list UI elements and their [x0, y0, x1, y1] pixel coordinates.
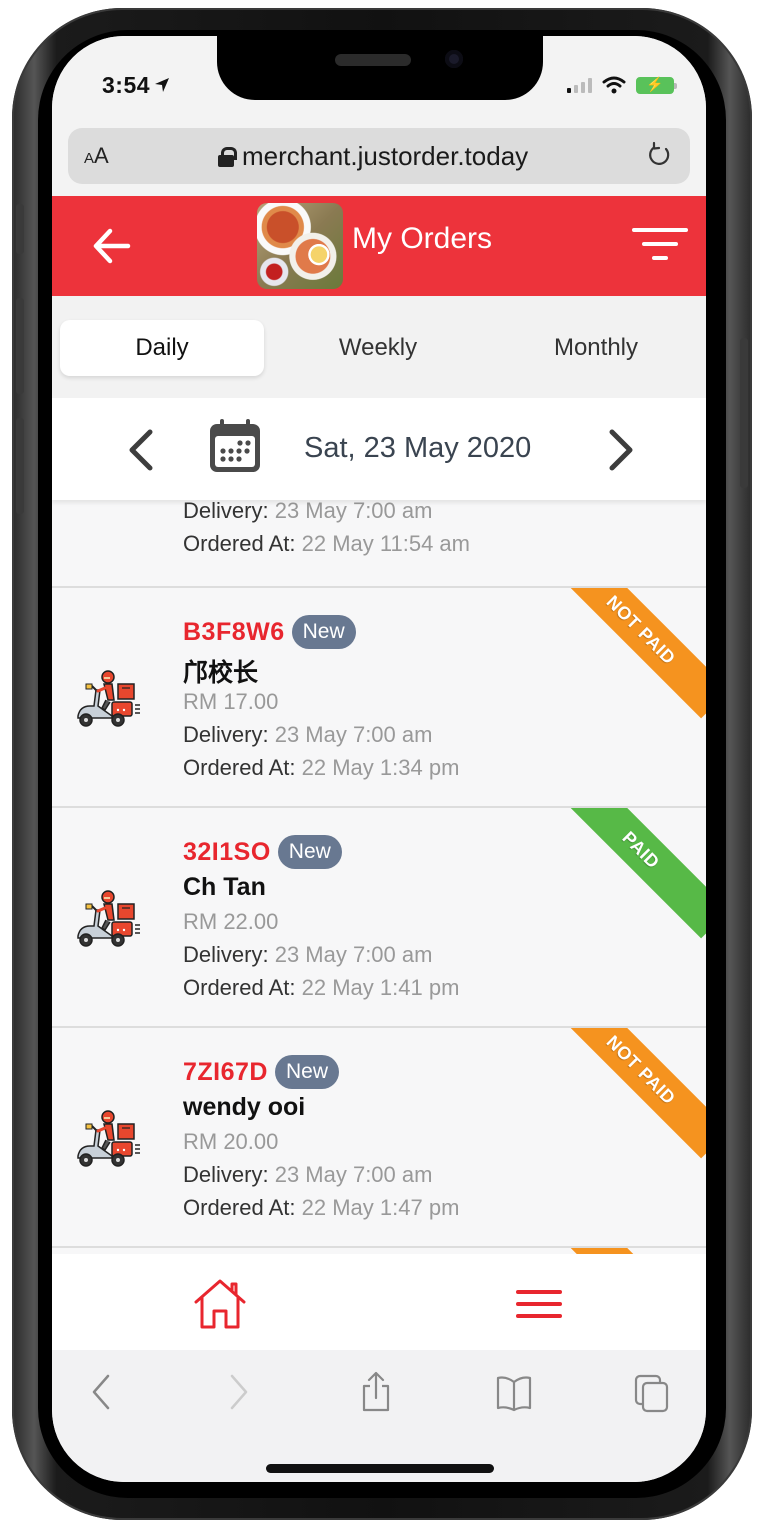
ordered-at-row: Ordered At: 22 May 1:47 pm: [183, 1195, 459, 1228]
home-indicator[interactable]: [266, 1464, 494, 1473]
chevron-right-icon[interactable]: [602, 428, 638, 472]
customer-name: 邝校长: [183, 659, 259, 687]
ordered-at-value: 22 May 1:34 pm: [301, 755, 460, 780]
chevron-left-icon[interactable]: [124, 428, 160, 472]
ordered-at-value: 22 May 1:41 pm: [301, 975, 460, 1000]
order-amount: RM 20.00: [183, 1129, 279, 1154]
wifi-icon: [602, 76, 626, 94]
tabs-icon[interactable]: [632, 1370, 672, 1414]
arrow-left-icon[interactable]: [88, 222, 136, 270]
delivery-label: Delivery:: [183, 722, 269, 747]
ordered-at-row: Ordered At: 22 May 11:54 am: [183, 531, 470, 564]
delivery-row: Delivery: 23 May 7:00 am: [183, 722, 459, 755]
payment-status-ribbon: PAID: [552, 808, 706, 939]
delivery-scooter-icon: [72, 660, 144, 732]
delivery-row: Delivery: 23 May 7:00 am: [183, 1162, 459, 1195]
url-display[interactable]: merchant.justorder.today: [218, 141, 528, 172]
delivery-value: 23 May 7:00 am: [274, 942, 433, 967]
tab-monthly[interactable]: Monthly: [494, 320, 698, 376]
status-badge: New: [291, 615, 356, 649]
hamburger-menu-icon[interactable]: [516, 1290, 562, 1320]
ordered-at-label: Ordered At:: [183, 755, 296, 780]
calendar-icon[interactable]: [208, 418, 262, 474]
app-header: My Orders: [52, 196, 706, 296]
status-badge: New: [277, 835, 342, 869]
power-button: [740, 338, 748, 488]
restaurant-logo: [257, 203, 343, 289]
bolt-glyph: ⚡: [646, 75, 664, 92]
delivery-label: Delivery:: [183, 500, 269, 523]
delivery-label: Delivery:: [183, 1162, 269, 1187]
order-code: 32I1SO: [183, 837, 271, 866]
filter-icon[interactable]: [632, 228, 688, 264]
order-code: B3F8W6: [183, 617, 285, 646]
phone-screen: 3:54 ⚡ AA merchant.justorder.today My Or…: [52, 36, 706, 1482]
home-icon[interactable]: [192, 1278, 248, 1330]
reload-icon[interactable]: [644, 140, 674, 170]
customer-name: Ch Tan: [183, 873, 266, 901]
ordered-at-label: Ordered At:: [183, 975, 296, 1000]
tab-weekly[interactable]: Weekly: [276, 320, 480, 376]
text-size-button[interactable]: AA: [84, 143, 109, 169]
delivery-row: Delivery: 23 May 7:00 am: [183, 500, 470, 531]
volume-down-button: [16, 418, 24, 514]
silent-switch: [16, 204, 24, 254]
ordered-at-label: Ordered At:: [183, 531, 296, 556]
tab-daily[interactable]: Daily: [60, 320, 264, 376]
delivery-value: 23 May 7:00 am: [274, 500, 433, 523]
payment-status-ribbon: NOT PAID: [552, 588, 706, 719]
battery-charging-icon: ⚡: [636, 75, 677, 94]
browser-back-icon[interactable]: [82, 1370, 122, 1414]
location-arrow-icon: [154, 77, 170, 98]
ordered-at-row: Ordered At: 22 May 1:41 pm: [183, 975, 459, 1008]
delivery-value: 23 May 7:00 am: [274, 1162, 433, 1187]
browser-forward-icon[interactable]: [218, 1370, 258, 1414]
order-card[interactable]: B3F8W6 New 邝校长 RM 17.00 Delivery: 23 May…: [52, 588, 706, 808]
ordered-at-row: Ordered At: 22 May 1:34 pm: [183, 755, 459, 788]
page-title: My Orders: [352, 222, 493, 255]
delivery-scooter-icon: [72, 1100, 144, 1172]
browser-toolbar: [52, 1350, 706, 1482]
date-selector: Sat, 23 May 2020: [52, 398, 706, 500]
bookmarks-icon[interactable]: [494, 1370, 534, 1414]
orders-list[interactable]: Delivery: 23 May 7:00 am Ordered At: 22 …: [52, 500, 706, 1254]
share-icon[interactable]: [356, 1370, 396, 1414]
order-card[interactable]: 7ZI67D New wendy ooi RM 20.00 Delivery: …: [52, 1028, 706, 1248]
large-a: A: [94, 143, 109, 168]
status-time: 3:54: [102, 72, 170, 99]
delivery-label: Delivery:: [183, 942, 269, 967]
time-text: 3:54: [102, 72, 151, 98]
delivery-scooter-icon: [72, 880, 144, 952]
ordered-at-value: 22 May 1:47 pm: [301, 1195, 460, 1220]
order-amount: RM 17.00: [183, 689, 279, 714]
delivery-row: Delivery: 23 May 7:00 am: [183, 942, 459, 975]
selected-date: Sat, 23 May 2020: [304, 432, 532, 464]
address-bar[interactable]: AA merchant.justorder.today: [68, 128, 690, 184]
speaker: [335, 54, 411, 66]
app-bottom-nav: [52, 1254, 706, 1350]
lock-icon: [218, 146, 237, 167]
payment-status-ribbon: NOT PAID: [552, 1028, 706, 1159]
order-code: 7ZI67D: [183, 1057, 268, 1086]
url-text: merchant.justorder.today: [242, 141, 529, 171]
period-tabs: Daily Weekly Monthly: [52, 296, 706, 398]
cellular-signal-icon: [567, 77, 592, 93]
status-badge: New: [274, 1055, 339, 1089]
customer-name: wendy ooi: [183, 1093, 306, 1121]
order-card-partial[interactable]: Delivery: 23 May 7:00 am Ordered At: 22 …: [52, 500, 706, 588]
ordered-at-label: Ordered At:: [183, 1195, 296, 1220]
small-a: A: [84, 150, 95, 167]
ordered-at-value: 22 May 11:54 am: [301, 531, 470, 556]
front-camera: [445, 50, 463, 68]
volume-up-button: [16, 298, 24, 394]
status-icons: ⚡: [567, 75, 677, 94]
order-card[interactable]: 32I1SO New Ch Tan RM 22.00 Delivery: 23 …: [52, 808, 706, 1028]
delivery-value: 23 May 7:00 am: [274, 722, 433, 747]
notch: [217, 36, 543, 100]
order-amount: RM 22.00: [183, 909, 279, 934]
